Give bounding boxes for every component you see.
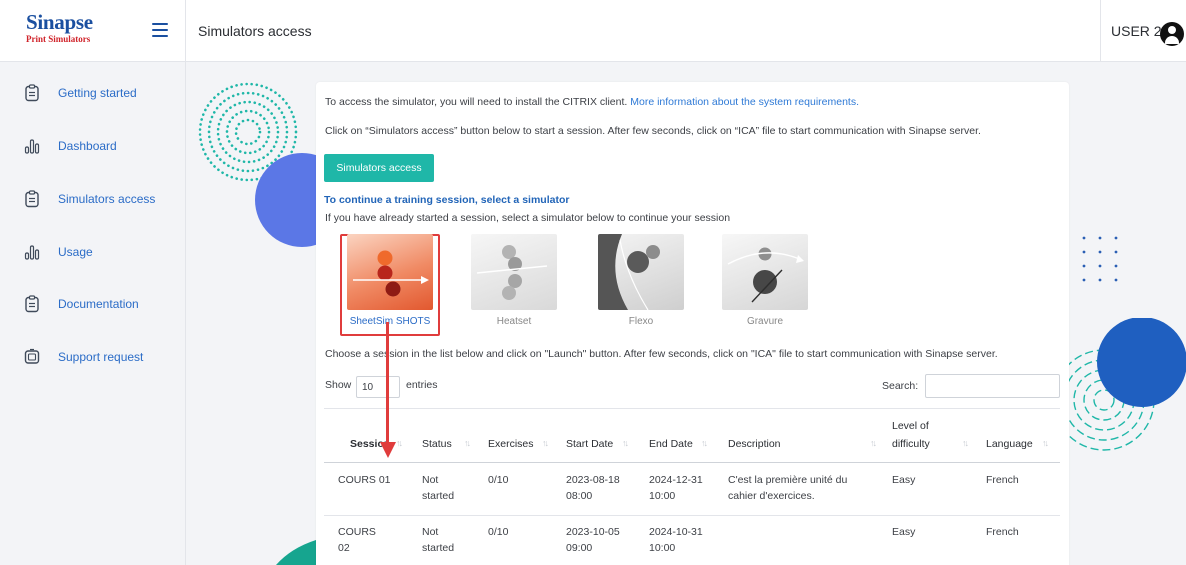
- system-requirements-link[interactable]: More information about the system requir…: [630, 96, 859, 108]
- top-bar: Sinapse Print Simulators Simulators acce…: [0, 0, 1186, 62]
- user-menu[interactable]: USER 2: [1100, 0, 1186, 62]
- monitor-icon: [24, 348, 40, 364]
- sidebar-item-simulators-access[interactable]: Simulators access: [0, 180, 186, 220]
- sidebar-item-support-request[interactable]: Support request: [0, 338, 186, 378]
- clipboard-icon: [25, 295, 39, 313]
- main-card: To access the simulator, you will need t…: [316, 82, 1069, 565]
- cell-session: COURS 02: [338, 526, 376, 554]
- logo-subtitle: Print Simulators: [26, 34, 91, 44]
- simulator-sheetsim-shots[interactable]: SheetSim SHOTS: [347, 234, 433, 327]
- cell-description: C'est la première unité du cahier d'exerc…: [728, 474, 848, 502]
- table-top-border: [324, 408, 1060, 409]
- cell-status: Not started: [422, 526, 455, 554]
- decorative-rings-circle: [1064, 318, 1186, 451]
- logo-text[interactable]: Sinapse: [26, 10, 93, 35]
- sheetsim-shots-thumbnail: [347, 234, 433, 310]
- clipboard-icon: [25, 84, 39, 102]
- sidebar-item-label: Dashboard: [58, 139, 117, 153]
- column-header-status[interactable]: Status: [422, 438, 452, 450]
- simulator-flexo[interactable]: Flexo: [598, 234, 684, 327]
- sidebar-item-label: Support request: [58, 350, 144, 364]
- user-avatar-icon[interactable]: [1160, 22, 1184, 46]
- session-instructions: Choose a session in the list below and c…: [325, 348, 998, 360]
- column-header-language[interactable]: Language: [986, 438, 1033, 450]
- cell-start-date: 2023-08-18 08:00: [566, 474, 620, 502]
- column-header-description[interactable]: Description: [728, 438, 781, 450]
- simulator-heatset[interactable]: Heatset: [471, 234, 557, 327]
- continue-session-title: To continue a training session, select a…: [324, 194, 570, 206]
- clipboard-icon: [25, 190, 39, 208]
- entries-value: 10: [362, 382, 374, 393]
- bar-chart-icon: [24, 245, 40, 260]
- cell-status: Not started: [422, 474, 455, 502]
- sidebar-item-label: Usage: [58, 245, 93, 259]
- search-input[interactable]: [925, 374, 1060, 398]
- sort-icon[interactable]: ↑↓: [622, 438, 629, 448]
- column-header-level-line2[interactable]: difficulty: [892, 438, 930, 450]
- cell-difficulty: Easy: [892, 474, 916, 486]
- sort-icon[interactable]: ↑↓: [1042, 438, 1049, 448]
- entries-select[interactable]: 10: [356, 376, 400, 398]
- show-label: Show: [325, 379, 352, 391]
- simulators-access-button[interactable]: Simulators access: [324, 154, 434, 182]
- cell-difficulty: Easy: [892, 526, 916, 538]
- simulator-label: SheetSim SHOTS: [349, 316, 431, 327]
- sidebar-item-label: Documentation: [58, 297, 139, 311]
- menu-toggle-icon[interactable]: [152, 23, 168, 38]
- simulator-label: Heatset: [496, 316, 532, 327]
- table-header-border: [324, 462, 1060, 463]
- sidebar-item-getting-started[interactable]: Getting started: [0, 74, 186, 114]
- instructions-text: Click on “Simulators access” button belo…: [325, 125, 981, 137]
- search-label: Search:: [882, 380, 919, 392]
- gravure-thumbnail: [722, 234, 808, 310]
- intro-paragraph: To access the simulator, you will need t…: [325, 96, 859, 108]
- decorative-dot-grid: [1082, 236, 1118, 282]
- user-name[interactable]: USER 2: [1111, 23, 1162, 39]
- cell-session: COURS 01: [338, 474, 391, 486]
- column-header-start-date[interactable]: Start Date: [566, 438, 613, 450]
- simulator-label: Gravure: [746, 316, 784, 327]
- entries-label: entries: [406, 379, 438, 391]
- cell-language: French: [986, 526, 1019, 538]
- logo-area: Sinapse Print Simulators: [0, 0, 186, 62]
- sidebar-item-label: Simulators access: [58, 192, 156, 206]
- sidebar-item-dashboard[interactable]: Dashboard: [0, 127, 186, 167]
- cell-language: French: [986, 474, 1019, 486]
- sidebar-item-documentation[interactable]: Documentation: [0, 285, 186, 325]
- page-title: Simulators access: [198, 23, 312, 39]
- cell-exercises: 0/10: [488, 526, 509, 538]
- simulator-gravure[interactable]: Gravure: [722, 234, 808, 327]
- cell-start-date: 2023-10-05 09:00: [566, 526, 620, 554]
- cell-end-date: 2024-10-31 10:00: [649, 526, 703, 554]
- flexo-thumbnail: [598, 234, 684, 310]
- decorative-corner-shape: [276, 540, 316, 565]
- sort-icon[interactable]: ↑↓: [701, 438, 708, 448]
- sidebar-item-label: Getting started: [58, 86, 137, 100]
- sort-icon[interactable]: ↑↓: [870, 438, 877, 448]
- row-divider: [324, 515, 1060, 516]
- intro-text: To access the simulator, you will need t…: [325, 96, 628, 108]
- decorative-dot-rings: [198, 82, 320, 247]
- column-header-end-date[interactable]: End Date: [649, 438, 693, 450]
- annotation-arrow-line: [386, 322, 389, 447]
- annotation-arrow-head-icon: [380, 442, 396, 458]
- sort-icon[interactable]: ↑↓: [464, 438, 471, 448]
- sort-icon[interactable]: ↑↓: [962, 438, 969, 448]
- continue-session-text: If you have already started a session, s…: [325, 212, 731, 224]
- cell-exercises: 0/10: [488, 474, 509, 486]
- simulator-label: Flexo: [628, 316, 654, 327]
- bar-chart-icon: [24, 139, 40, 154]
- cell-end-date: 2024-12-31 10:00: [649, 474, 703, 502]
- column-header-level-line1[interactable]: Level of: [892, 420, 929, 432]
- sort-icon[interactable]: ↑↓: [542, 438, 549, 448]
- sidebar-item-usage[interactable]: Usage: [0, 233, 186, 273]
- column-header-exercises[interactable]: Exercises: [488, 438, 534, 450]
- sidebar: Getting started Dashboard Simulators acc…: [0, 62, 186, 565]
- heatset-thumbnail: [471, 234, 557, 310]
